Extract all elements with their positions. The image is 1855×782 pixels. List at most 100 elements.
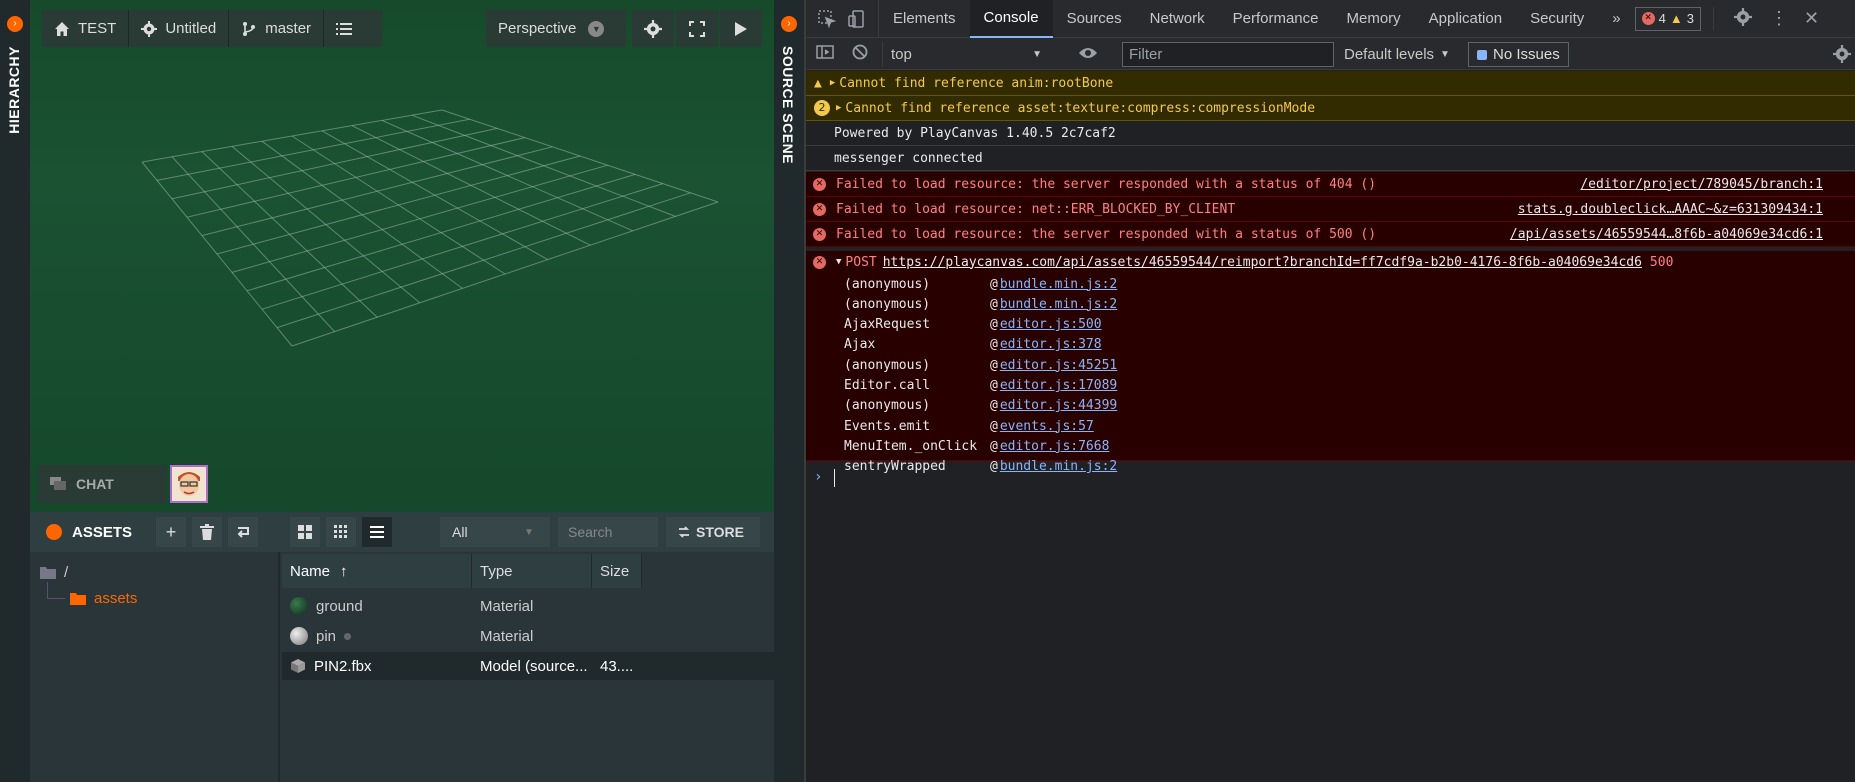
add-asset-button[interactable]: + [156,517,186,547]
warning-icon: ▲ [814,75,822,91]
tree-item-label: assets [94,590,138,607]
expand-hierarchy-icon[interactable]: › [7,16,23,32]
log-levels-select[interactable]: Default levels ▼ [1344,42,1450,67]
console-message-error[interactable]: ✕ Failed to load resource: net::ERR_BLOC… [806,197,1855,222]
project-button[interactable]: TEST [42,10,128,47]
inspect-element-button[interactable] [806,0,844,38]
tree-root[interactable]: / [40,564,68,581]
tab-network[interactable]: Network [1136,0,1219,38]
error-icon: ✕ [813,177,826,191]
message-text: Powered by PlayCanvas 1.40.5 2c7caf2 [834,125,1116,141]
close-icon: ✕ [1803,8,1820,28]
clear-console-button[interactable] [844,44,876,64]
table-row[interactable]: ground Material [282,592,774,620]
live-expression-button[interactable] [1078,45,1098,65]
column-header-type[interactable]: Type [472,554,592,588]
stack-location-link[interactable]: editor.js:378 [1000,337,1102,352]
source-scene-strip[interactable]: › SOURCE SCENE [774,0,804,782]
console-settings-button[interactable] [1833,45,1851,67]
console-message-error[interactable]: ✕ Failed to load resource: the server re… [806,222,1855,247]
scene-settings-button[interactable]: Untitled [129,10,228,47]
double-chevron-right-icon: » [1612,10,1621,27]
console-counts-badge[interactable]: ✕ 4 ▲ 3 [1634,6,1701,31]
source-link[interactable]: /api/assets/46559544…8f6b-a04069e34cd6:1 [1510,227,1823,242]
stack-frame: (anonymous) @ editor.js:44399 [844,395,1117,417]
assets-title[interactable]: ASSETS [30,524,150,541]
more-tabs-button[interactable]: » [1598,0,1634,38]
asset-name: ground [316,597,363,615]
stack-location-link[interactable]: editor.js:45251 [1000,358,1117,373]
source-link[interactable]: /editor/project/789045/branch:1 [1580,177,1823,192]
avatar[interactable] [170,465,208,503]
at-symbol: @ [990,459,998,475]
stack-location-link[interactable]: editor.js:17089 [1000,378,1117,393]
devtools-menu-button[interactable]: ⋮ [1760,8,1798,29]
table-row[interactable]: PIN2.fbx Model (source... 43.... [282,652,774,680]
device-icon [848,9,864,28]
grid-large-view-button[interactable] [290,517,320,547]
chat-toggle[interactable]: CHAT [38,465,166,503]
expand-triangle-icon[interactable]: ▶ [830,78,835,88]
context-select[interactable]: top ▼ [882,42,1050,67]
console-message-info[interactable]: messenger connected [806,146,1855,171]
expand-triangle-icon[interactable]: ▶ [836,103,841,113]
store-button[interactable]: STORE [666,517,760,547]
stack-location-link[interactable]: bundle.min.js:2 [1000,459,1117,474]
store-icon [678,526,690,538]
column-header-name[interactable]: Name ↑ [282,554,472,588]
delete-asset-button[interactable] [192,517,222,547]
sidebar-toggle-button[interactable] [806,44,844,63]
camera-select[interactable]: Perspective ▼ [486,10,626,47]
console-message-info[interactable]: Powered by PlayCanvas 1.40.5 2c7caf2 [806,121,1855,146]
table-row[interactable]: pin Material [282,622,774,650]
tab-elements[interactable]: Elements [879,0,970,38]
console-message-error-expanded[interactable]: ✕ ▼ POST https://playcanvas.com/api/asse… [806,251,1855,474]
stack-location-link[interactable]: editor.js:7668 [1000,439,1110,454]
list-view-button[interactable] [362,517,392,547]
tab-performance[interactable]: Performance [1219,0,1333,38]
at-symbol: @ [990,357,998,373]
sidebar-icon [816,44,834,59]
console-message-warning[interactable]: ▲ ▶ Cannot find reference anim:rootBone [806,71,1855,96]
grid-small-view-button[interactable] [326,517,356,547]
stack-location-link[interactable]: bundle.min.js:2 [1000,277,1117,292]
tab-application[interactable]: Application [1415,0,1516,38]
source-link[interactable]: stats.g.doubleclick…AAAC~&z=631309434:1 [1518,202,1823,217]
log-levels-label: Default levels [1344,46,1435,63]
console-filter-input[interactable]: Filter [1122,42,1334,67]
scene-viewport[interactable]: TEST Untitled master Perspective ▼ CHAT [30,0,774,512]
console-input[interactable] [834,469,835,487]
stack-location-link[interactable]: editor.js:44399 [1000,398,1117,413]
tab-sources[interactable]: Sources [1053,0,1136,38]
stack-location-link[interactable]: events.js:57 [1000,419,1094,434]
collapse-assets-icon[interactable] [46,524,62,540]
tab-memory[interactable]: Memory [1333,0,1415,38]
stack-location-link[interactable]: bundle.min.js:2 [1000,297,1117,312]
gear-icon [1833,45,1851,63]
close-devtools-button[interactable]: ✕ [1798,8,1825,29]
asset-type-filter[interactable]: All ▼ [440,517,550,547]
launch-button[interactable] [720,10,762,47]
console-message-error[interactable]: ✕ Failed to load resource: the server re… [806,172,1855,197]
devtools-settings-button[interactable] [1726,7,1760,30]
asset-search-input[interactable]: Search [558,517,658,547]
request-url-link[interactable]: https://playcanvas.com/api/assets/465595… [883,255,1642,270]
branch-button[interactable]: master [229,10,323,47]
column-header-size[interactable]: Size [592,554,642,588]
list-menu-button[interactable] [324,10,364,47]
hierarchy-strip[interactable]: › HIERARCHY [0,0,30,782]
device-toolbar-button[interactable] [844,0,879,38]
repeat-count-badge: 2 [814,100,830,116]
tree-item-assets[interactable]: assets [70,590,137,607]
tab-console[interactable]: Console [969,0,1053,38]
console-message-warning[interactable]: 2 ▶ Cannot find reference asset:texture:… [806,96,1855,121]
camera-label: Perspective [498,20,577,37]
settings-button[interactable] [632,10,674,47]
stack-location-link[interactable]: editor.js:500 [1000,317,1102,332]
issues-button[interactable]: No Issues [1468,42,1569,67]
reference-button[interactable] [228,517,258,547]
tab-security[interactable]: Security [1516,0,1598,38]
fullscreen-button[interactable] [676,10,718,47]
expand-source-scene-icon[interactable]: › [781,16,797,32]
collapse-triangle-icon[interactable]: ▼ [836,257,841,267]
